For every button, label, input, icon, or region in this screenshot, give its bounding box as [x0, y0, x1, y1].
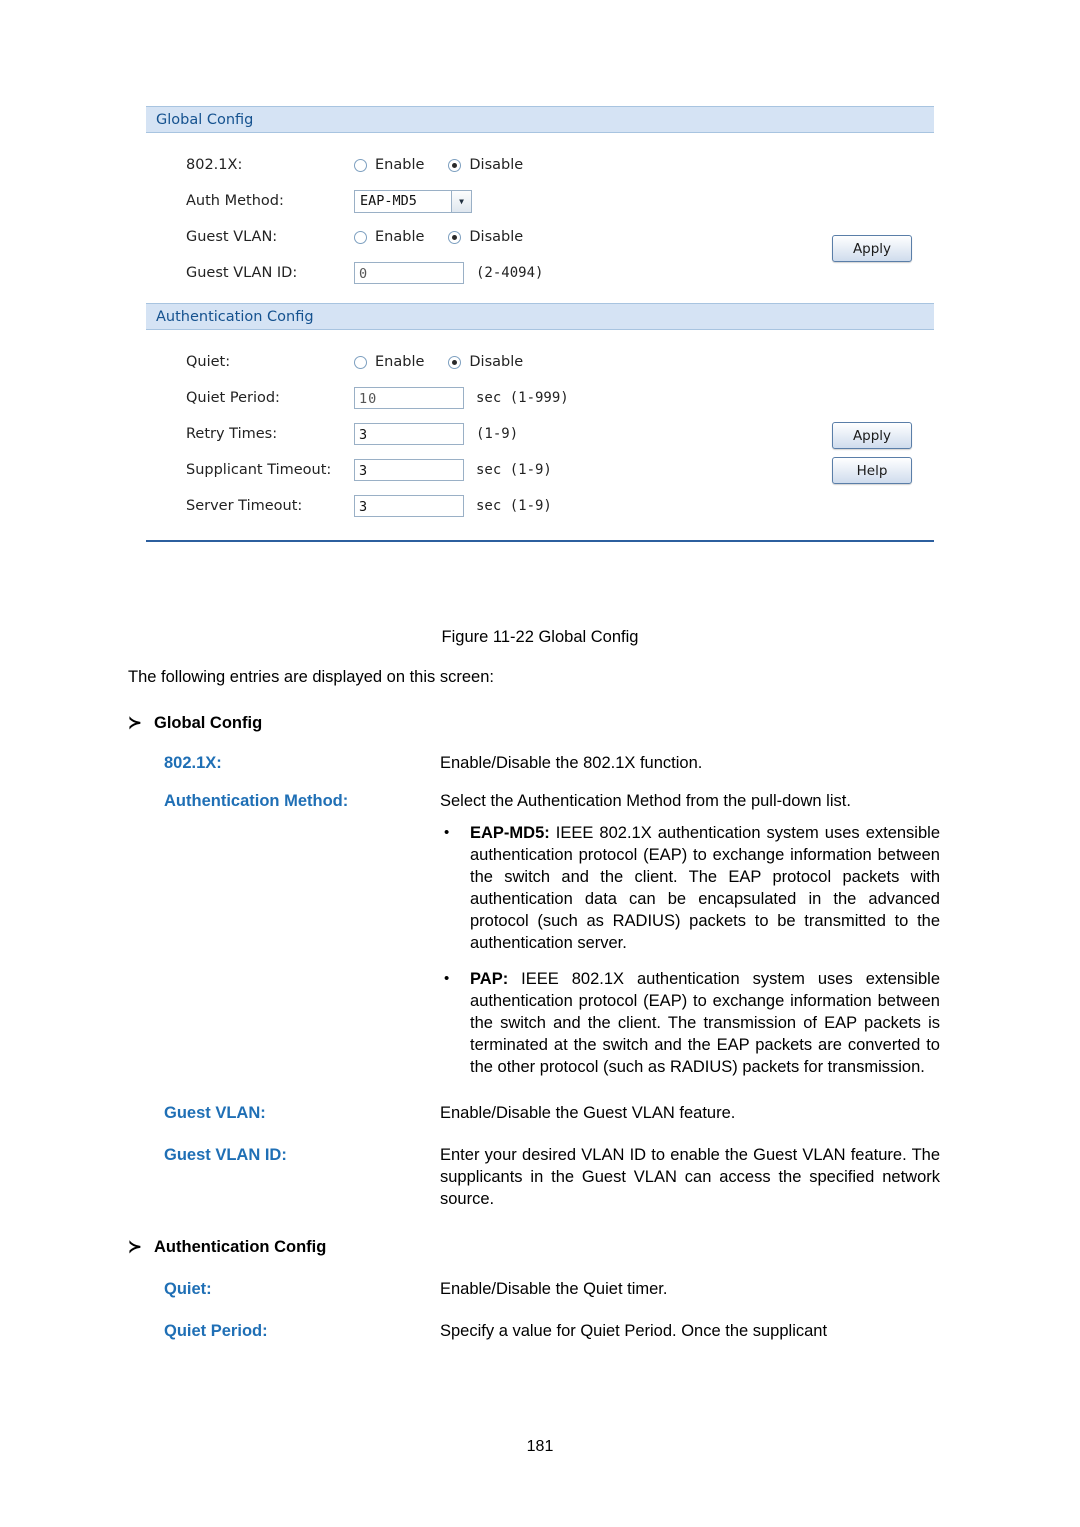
radio-icon-quiet-enable[interactable] [354, 355, 367, 369]
global-config-panel-header: Global Config [146, 106, 934, 133]
label-quiet: Quiet: [186, 354, 231, 370]
radio-icon-guest-vlan-enable[interactable] [354, 230, 367, 244]
chevron-down-icon[interactable]: ▼ [451, 190, 471, 212]
desc-guest-vlan-id: Enter your desired VLAN ID to enable the… [440, 1146, 940, 1208]
auth-method-bullet-list: • EAP-MD5: IEEE 802.1X authentication sy… [128, 822, 940, 1078]
bullet-term-eap-md5: EAP-MD5: [470, 824, 550, 842]
page-number: 181 [526, 1438, 554, 1455]
hint-guest-vlan-id: (2-4094) [476, 265, 544, 281]
radio-label-802-1x-enable: Enable [375, 157, 425, 173]
intro-text: The following entries are displayed on t… [128, 668, 494, 686]
input-supplicant-timeout[interactable]: 3 [354, 459, 464, 481]
section-arrow-icon: ≻ [128, 1238, 142, 1256]
radio-label-802-1x-disable: Disable [469, 157, 524, 173]
help-button[interactable]: Help [832, 457, 912, 484]
label-guest-vlan: Guest VLAN: [186, 229, 278, 245]
term-authentication-method: Authentication Method: [164, 792, 349, 810]
radio-label-guest-vlan-enable: Enable [375, 229, 425, 245]
auth-config-button-column: Apply Help [832, 422, 912, 484]
radio-label-guest-vlan-disable: Disable [469, 229, 524, 245]
label-auth-method: Auth Method: [186, 193, 284, 209]
entry-802-1x: 802.1X: Enable/Disable the 802.1X functi… [128, 752, 940, 774]
row-guest-vlan-id: Guest VLAN ID: 0 (2-4094) [146, 255, 934, 291]
label-guest-vlan-id: Guest VLAN ID: [186, 265, 298, 281]
hint-quiet-period: sec (1-999) [476, 390, 569, 406]
bullet-text-eap-md5: EAP-MD5: IEEE 802.1X authentication syst… [470, 822, 940, 954]
row-auth-method: Auth Method: EAP-MD5 ▼ [146, 183, 934, 219]
select-auth-method[interactable]: EAP-MD5 ▼ [354, 189, 472, 213]
section-heading-auth-config: ≻ Authentication Config [128, 1236, 940, 1258]
section-title-global-config: Global Config [154, 714, 263, 732]
entry-quiet-period: Quiet Period: Specify a value for Quiet … [128, 1320, 940, 1342]
row-quiet: Quiet: Enable Disable [146, 344, 934, 380]
bullet-pap: • PAP: IEEE 802.1X authentication system… [440, 968, 940, 1078]
row-quiet-period: Quiet Period: 10 sec (1-999) [146, 380, 934, 416]
term-guest-vlan-id: Guest VLAN ID: [164, 1146, 287, 1164]
bullet-eap-md5: • EAP-MD5: IEEE 802.1X authentication sy… [440, 822, 940, 954]
entry-quiet: Quiet: Enable/Disable the Quiet timer. [128, 1278, 940, 1300]
radio-icon-802-1x-disable[interactable] [448, 158, 462, 172]
term-802-1x: 802.1X: [164, 754, 222, 772]
radio-label-quiet-disable: Disable [469, 354, 524, 370]
global-config-panel-body: 802.1X: Enable Disable Auth Method: EAP-… [146, 133, 934, 297]
bullet-text-pap: PAP: IEEE 802.1X authentication system u… [470, 968, 940, 1078]
section-heading-global-config: ≻ Global Config [128, 712, 940, 734]
select-auth-method-value: EAP-MD5 [360, 193, 417, 209]
radio-icon-guest-vlan-disable[interactable] [448, 230, 462, 244]
bullet-body-pap: IEEE 802.1X authentication system uses e… [470, 970, 940, 1076]
radio-label-quiet-enable: Enable [375, 354, 425, 370]
label-supplicant-timeout: Supplicant Timeout: [186, 462, 332, 478]
switch-web-ui-screenshot: Global Config 802.1X: Enable Disable Aut… [146, 106, 934, 542]
term-quiet: Quiet: [164, 1280, 212, 1298]
hint-server-timeout: sec (1-9) [476, 498, 552, 514]
entry-authentication-method: Authentication Method: Select the Authen… [128, 790, 940, 812]
row-supplicant-timeout: Supplicant Timeout: 3 sec (1-9) [146, 452, 934, 488]
bullet-dot-icon: • [444, 824, 450, 841]
apply-button-global-config[interactable]: Apply [832, 235, 912, 262]
panel-bottom-rule [146, 540, 934, 542]
label-retry-times: Retry Times: [186, 426, 278, 442]
row-retry-times: Retry Times: 3 (1-9) [146, 416, 934, 452]
row-server-timeout: Server Timeout: 3 sec (1-9) [146, 488, 934, 524]
row-802-1x: 802.1X: Enable Disable [146, 147, 934, 183]
label-quiet-period: Quiet Period: [186, 390, 280, 406]
radio-quiet-disable[interactable]: Disable [448, 354, 547, 370]
section-title-auth-config: Authentication Config [154, 1238, 327, 1256]
desc-guest-vlan: Enable/Disable the Guest VLAN feature. [440, 1104, 736, 1122]
label-server-timeout: Server Timeout: [186, 498, 303, 514]
desc-quiet-period: Specify a value for Quiet Period. Once t… [440, 1322, 828, 1340]
entry-guest-vlan-id: Guest VLAN ID: Enter your desired VLAN I… [128, 1144, 940, 1210]
radio-quiet-enable[interactable]: Enable [354, 354, 448, 370]
input-guest-vlan-id[interactable]: 0 [354, 262, 464, 284]
radio-icon-802-1x-enable[interactable] [354, 158, 367, 172]
global-config-button-column: Apply [832, 235, 912, 262]
hint-supplicant-timeout: sec (1-9) [476, 462, 552, 478]
input-server-timeout[interactable]: 3 [354, 495, 464, 517]
auth-config-panel-body: Quiet: Enable Disable Quiet Period: 10 s… [146, 330, 934, 530]
radio-icon-quiet-disable[interactable] [448, 355, 462, 369]
entry-guest-vlan: Guest VLAN: Enable/Disable the Guest VLA… [128, 1102, 940, 1124]
term-quiet-period: Quiet Period: [164, 1322, 268, 1340]
apply-button-auth-config[interactable]: Apply [832, 422, 912, 449]
desc-802-1x: Enable/Disable the 802.1X function. [440, 754, 703, 772]
term-guest-vlan: Guest VLAN: [164, 1104, 266, 1122]
input-retry-times[interactable]: 3 [354, 423, 464, 445]
desc-quiet: Enable/Disable the Quiet timer. [440, 1280, 668, 1298]
row-guest-vlan: Guest VLAN: Enable Disable [146, 219, 934, 255]
bullet-term-pap: PAP: [470, 970, 509, 988]
radio-802-1x-disable[interactable]: Disable [448, 157, 547, 173]
figure-caption: Figure 11-22 Global Config [441, 628, 639, 646]
section-arrow-icon: ≻ [128, 714, 142, 732]
radio-802-1x-enable[interactable]: Enable [354, 157, 448, 173]
radio-guest-vlan-disable[interactable]: Disable [448, 229, 547, 245]
hint-retry-times: (1-9) [476, 426, 519, 442]
auth-config-panel-header: Authentication Config [146, 303, 934, 330]
label-802-1x: 802.1X: [186, 157, 243, 173]
radio-guest-vlan-enable[interactable]: Enable [354, 229, 448, 245]
bullet-dot-icon: • [444, 970, 450, 987]
input-quiet-period[interactable]: 10 [354, 387, 464, 409]
document-body: ≻ Global Config 802.1X: Enable/Disable t… [128, 702, 940, 1342]
desc-authentication-method: Select the Authentication Method from th… [440, 792, 851, 810]
bullet-body-eap-md5: IEEE 802.1X authentication system uses e… [470, 824, 940, 952]
